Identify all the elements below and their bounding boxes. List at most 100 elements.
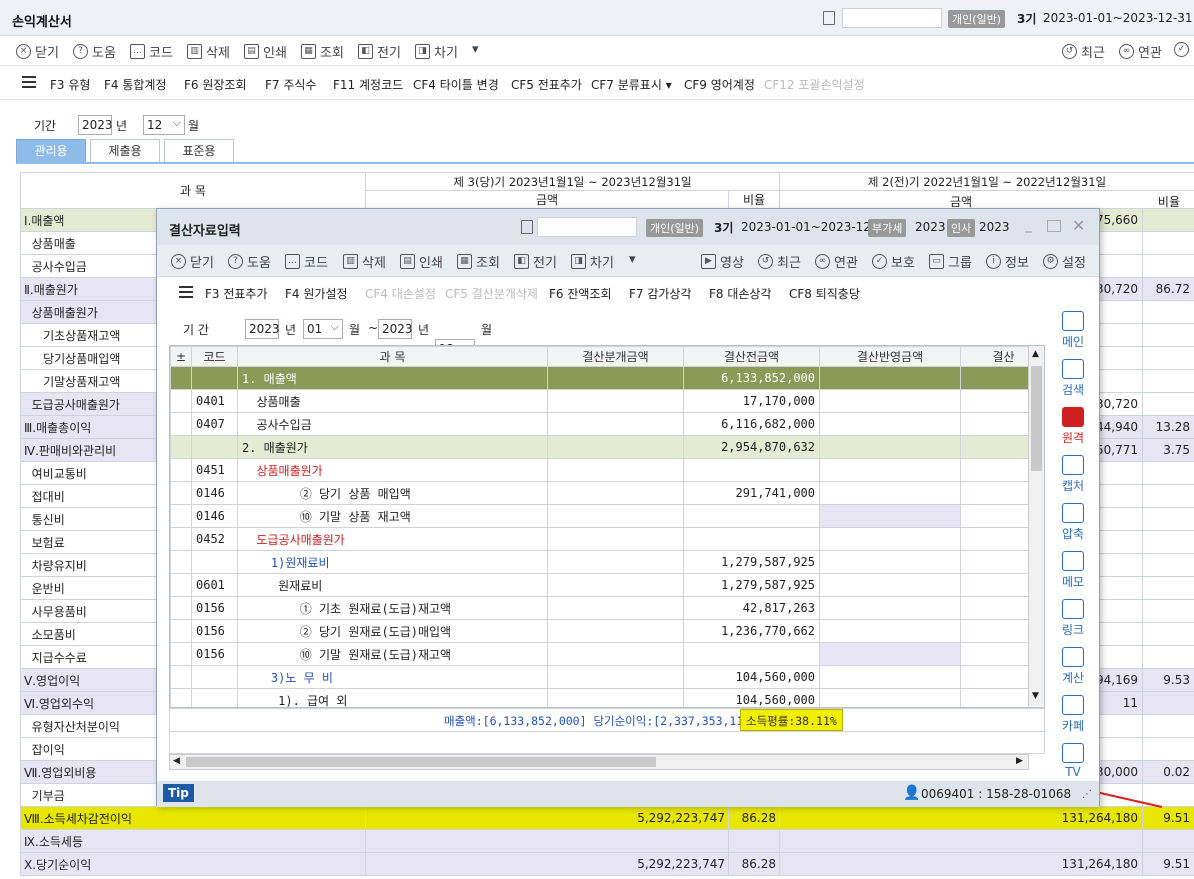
- fkey-f4[interactable]: F4 통합계정: [104, 76, 167, 93]
- grid-icon[interactable]: [521, 220, 533, 234]
- more-menu-button[interactable]: ▾: [472, 42, 479, 57]
- print-button[interactable]: ▤ 인쇄: [244, 42, 287, 61]
- closing-applied-cell[interactable]: [819, 458, 961, 482]
- code-button[interactable]: … 코드: [130, 42, 173, 61]
- dialog-start-month-select[interactable]: 01: [303, 319, 343, 339]
- closing-applied-cell[interactable]: [819, 504, 961, 528]
- resize-grip-icon[interactable]: ⋰: [1082, 789, 1092, 800]
- fkey-f11[interactable]: F11 계정코드: [333, 76, 403, 93]
- scroll-down-icon[interactable]: ▼: [1032, 691, 1039, 701]
- side-button-camera[interactable]: 캡처: [1047, 455, 1099, 494]
- statement-row[interactable]: Ⅸ.소득세등: [20, 829, 1194, 853]
- side-button-search[interactable]: 검색: [1047, 359, 1099, 398]
- closing-row[interactable]: 0601 원재료비 1,279,587,925: [170, 573, 1044, 597]
- prev-period-button[interactable]: ◧ 전기: [358, 42, 401, 61]
- closing-row[interactable]: 0452 도급공사매출원가: [170, 527, 1044, 551]
- closing-row[interactable]: 1)원재료비 1,279,587,925: [170, 550, 1044, 574]
- tab-management[interactable]: 관리용: [16, 139, 86, 162]
- menu-icon[interactable]: [179, 286, 193, 298]
- group-button[interactable]: ▭ 그룹: [929, 252, 972, 271]
- fkey-f3[interactable]: F3 유형: [50, 76, 90, 93]
- side-button-remote[interactable]: 원격: [1047, 407, 1099, 446]
- closing-row[interactable]: 0407 공사수입금 6,116,682,000: [170, 412, 1044, 436]
- closing-applied-cell[interactable]: [819, 642, 961, 666]
- closing-applied-cell[interactable]: [819, 366, 961, 390]
- video-button[interactable]: ▶ 영상: [701, 252, 744, 271]
- closing-applied-cell[interactable]: [819, 435, 961, 459]
- search-input[interactable]: [842, 8, 942, 28]
- dialog-fkey-f8[interactable]: F8 대손상각: [709, 285, 772, 302]
- dialog-fkey-f4[interactable]: F4 원가설정: [285, 285, 348, 302]
- scroll-left-icon[interactable]: ◀: [173, 756, 180, 766]
- dialog-end-year-input[interactable]: 2023: [378, 319, 413, 339]
- minimize-icon[interactable]: _: [1025, 217, 1032, 233]
- closing-row[interactable]: 0146 ② 당기 상품 매입액 291,741,000: [170, 481, 1044, 505]
- dialog-fkey-cf8[interactable]: CF8 퇴직충당: [789, 285, 860, 302]
- fkey-f7[interactable]: F7 주식수: [265, 76, 316, 93]
- dialog-start-year-input[interactable]: 2023: [245, 319, 280, 339]
- closing-applied-cell[interactable]: [819, 412, 961, 436]
- closing-row[interactable]: 0401 상품매출 17,170,000: [170, 389, 1044, 413]
- maximize-icon[interactable]: [1047, 220, 1061, 232]
- dialog-delete-button[interactable]: ▥ 삭제: [343, 252, 386, 271]
- scroll-right-icon[interactable]: ▶: [1016, 756, 1023, 766]
- fkey-cf5[interactable]: CF5 전표추가: [511, 76, 582, 93]
- related-button[interactable]: ∞ 연관: [1119, 42, 1162, 61]
- side-button-zip[interactable]: 압축: [1047, 503, 1099, 542]
- dialog-print-button[interactable]: ▤ 인쇄: [400, 252, 443, 271]
- protect-button[interactable]: ✓: [1174, 42, 1189, 57]
- closing-row[interactable]: 0156 ② 당기 원재료(도급)매입액 1,236,770,662: [170, 619, 1044, 643]
- tab-standard[interactable]: 표준용: [164, 139, 234, 162]
- fkey-f6[interactable]: F6 원장조회: [184, 76, 247, 93]
- close-window-icon[interactable]: ✕: [1072, 216, 1085, 235]
- closing-row[interactable]: 0451 상품매출원가: [170, 458, 1044, 482]
- closing-row[interactable]: 1. 매출액 6,133,852,000: [170, 366, 1044, 390]
- closing-row[interactable]: 3)노 무 비 104,560,000: [170, 665, 1044, 689]
- settings-button[interactable]: ⚙ 설정: [1043, 252, 1086, 271]
- closing-row[interactable]: 2. 매출원가 2,954,870,632: [170, 435, 1044, 459]
- closing-row[interactable]: 0146 ⑩ 기말 상품 재고액: [170, 504, 1044, 528]
- dialog-next-button[interactable]: ◨ 차기: [571, 252, 614, 271]
- dialog-search-button[interactable]: ▦ 조회: [457, 252, 500, 271]
- tab-submission[interactable]: 제출용: [90, 139, 160, 162]
- dialog-fkey-f3[interactable]: F3 전표추가: [205, 285, 268, 302]
- dialog-fkey-f7[interactable]: F7 감가상각: [629, 285, 692, 302]
- closing-applied-cell[interactable]: [819, 481, 961, 505]
- side-button-memo[interactable]: 메모: [1047, 551, 1099, 590]
- dialog-fkey-f6[interactable]: F6 잔액조회: [549, 285, 612, 302]
- closing-applied-cell[interactable]: [819, 596, 961, 620]
- recent-button[interactable]: ↺ 최근: [1062, 42, 1105, 61]
- closing-row[interactable]: 0156 ⑩ 기말 원재료(도급)재고액: [170, 642, 1044, 666]
- closing-applied-cell[interactable]: [819, 550, 961, 574]
- side-button-calculator[interactable]: 계산: [1047, 647, 1099, 686]
- dialog-related-button[interactable]: ∞ 연관: [815, 252, 858, 271]
- dialog-code-button[interactable]: … 코드: [285, 252, 328, 271]
- dialog-search-input[interactable]: [537, 217, 637, 237]
- col-toggle[interactable]: ±: [170, 346, 192, 367]
- h-scroll-thumb[interactable]: [186, 757, 656, 767]
- year-input[interactable]: 2023: [78, 115, 113, 135]
- closing-applied-cell[interactable]: [819, 688, 961, 707]
- dialog-help-button[interactable]: ? 도움: [228, 252, 271, 271]
- dialog-prev-button[interactable]: ◧ 전기: [514, 252, 557, 271]
- horizontal-scrollbar[interactable]: ◀ ▶: [169, 754, 1029, 770]
- month-select[interactable]: 12: [143, 115, 185, 135]
- closing-applied-cell[interactable]: [819, 665, 961, 689]
- closing-applied-cell[interactable]: [819, 573, 961, 597]
- side-button-tv[interactable]: TV: [1047, 743, 1099, 779]
- side-button-home[interactable]: 메인: [1047, 311, 1099, 350]
- tip-badge[interactable]: Tip: [163, 784, 194, 802]
- grid-icon[interactable]: [823, 11, 835, 25]
- help-button[interactable]: ? 도움: [73, 42, 116, 61]
- scroll-thumb[interactable]: [1031, 366, 1042, 471]
- fkey-cf4[interactable]: CF4 타이틀 변경: [413, 76, 499, 93]
- fkey-cf7[interactable]: CF7 분류표시 ▾: [591, 76, 672, 93]
- closing-applied-cell[interactable]: [819, 389, 961, 413]
- closing-applied-cell[interactable]: [819, 619, 961, 643]
- info-button[interactable]: i 정보: [986, 252, 1029, 271]
- search-button[interactable]: ▦ 조회: [301, 42, 344, 61]
- next-period-button[interactable]: ◨ 차기: [415, 42, 458, 61]
- fkey-cf9[interactable]: CF9 영어계정: [684, 76, 755, 93]
- delete-button[interactable]: ▥ 삭제: [187, 42, 230, 61]
- closing-applied-cell[interactable]: [819, 527, 961, 551]
